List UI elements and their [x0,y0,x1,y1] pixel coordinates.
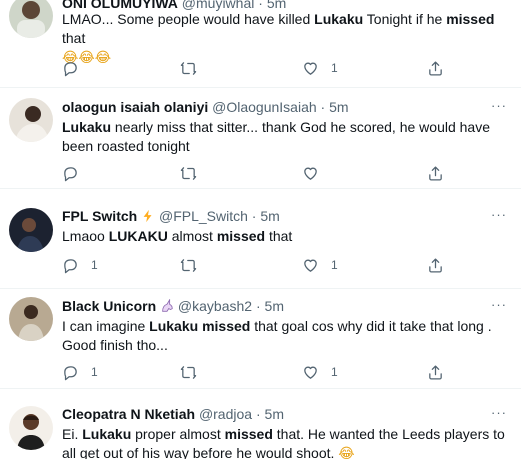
retweet-button[interactable] [180,163,197,183]
tweet-actions: 1 1 [62,255,452,275]
reply-icon [64,61,77,76]
tweet[interactable]: FPL Switch @FPL_Switch · 5m ··· Lmaoo LU… [0,189,521,289]
like-count: 1 [331,61,338,75]
emoji: 😂 [338,446,355,459]
avatar[interactable] [9,297,53,341]
timestamp[interactable]: 5m [329,99,348,115]
timestamp[interactable]: 5m [265,298,284,314]
reply-button[interactable] [62,58,79,78]
retweet-icon [180,166,197,180]
reply-button[interactable] [62,163,79,183]
like-button[interactable] [302,163,319,183]
reply-icon [64,166,77,181]
tweet-text: Ei. Lukaku proper almost missed that. He… [62,425,509,459]
display-name[interactable]: Cleopatra N Nketiah [62,406,195,422]
separator-dot: · [255,298,261,314]
tweet-header: FPL Switch @FPL_Switch · 5m [62,207,481,225]
tweet-actions: 1 1 [62,362,452,382]
user-handle[interactable]: @radjoa [199,406,252,422]
like-icon [304,167,317,180]
tweet-actions: 1 [62,58,452,78]
like-button[interactable]: 1 [302,362,338,382]
more-options-button[interactable]: ··· [491,208,507,225]
timestamp[interactable]: 5m [265,406,284,422]
like-button[interactable]: 1 [302,255,338,275]
more-options-button[interactable]: ··· [491,99,507,116]
tweet[interactable]: Black Unicorn @kaybash2 · 5m ··· I can i… [0,289,521,389]
retweet-button[interactable] [180,58,197,78]
tweet[interactable]: olaogun isaiah olaniyi @OlaogunIsaiah · … [0,88,521,189]
reply-button[interactable]: 1 [62,362,98,382]
unicorn-icon [162,299,173,312]
lightning-icon [143,209,152,223]
display-name[interactable]: Black Unicorn [62,298,156,314]
retweet-button[interactable] [180,255,197,275]
share-button[interactable] [427,163,444,183]
like-icon [304,366,317,379]
reply-count: 1 [91,258,98,272]
retweet-icon [180,258,197,272]
avatar[interactable] [9,208,53,252]
user-handle[interactable]: @FPL_Switch [159,208,248,224]
share-button[interactable] [427,58,444,78]
display-name[interactable]: FPL Switch [62,208,137,224]
reply-icon [64,258,77,273]
share-icon [429,364,442,380]
share-button[interactable] [427,362,444,382]
tweet-header: Cleopatra N Nketiah @radjoa · 5m [62,405,481,423]
user-handle[interactable]: @OlaogunIsaiah [212,99,317,115]
share-icon [429,165,442,181]
reply-icon [64,365,77,380]
tweet-header: Black Unicorn @kaybash2 · 5m [62,297,481,315]
retweet-button[interactable] [180,362,197,382]
separator-dot: · [251,208,257,224]
like-icon [304,259,317,272]
like-button[interactable]: 1 [302,58,338,78]
tweet-text: Lukaku nearly miss that sitter... thank … [62,119,490,154]
like-icon [304,62,317,75]
retweet-icon [180,61,197,75]
separator-dot: · [320,99,326,115]
share-icon [429,257,442,273]
tweet-actions [62,163,452,183]
avatar[interactable] [9,98,53,142]
tweet-text: Lmaoo LUKAKU almost missed that [62,228,293,244]
reply-button[interactable]: 1 [62,255,98,275]
like-count: 1 [331,258,338,272]
retweet-icon [180,365,197,379]
reply-count: 1 [91,365,98,379]
timestamp[interactable]: 5m [260,208,279,224]
more-options-button[interactable]: ··· [491,298,507,315]
avatar[interactable] [9,406,53,450]
tweet-text: I can imagine Lukaku missed that goal co… [62,318,492,353]
share-icon [429,60,442,76]
like-count: 1 [331,365,338,379]
share-button[interactable] [427,255,444,275]
separator-dot: · [255,406,261,422]
tweet-header: olaogun isaiah olaniyi @OlaogunIsaiah · … [62,98,481,116]
avatar[interactable] [9,0,53,38]
more-options-button[interactable]: ··· [491,406,507,423]
tweet[interactable]: Cleopatra N Nketiah @radjoa · 5m ··· Ei.… [0,389,521,459]
display-name[interactable]: olaogun isaiah olaniyi [62,99,208,115]
tweet[interactable]: ONI OLUMUYIWA @muyiwhal · 5m LMAO... Som… [0,0,521,88]
user-handle[interactable]: @kaybash2 [178,298,252,314]
